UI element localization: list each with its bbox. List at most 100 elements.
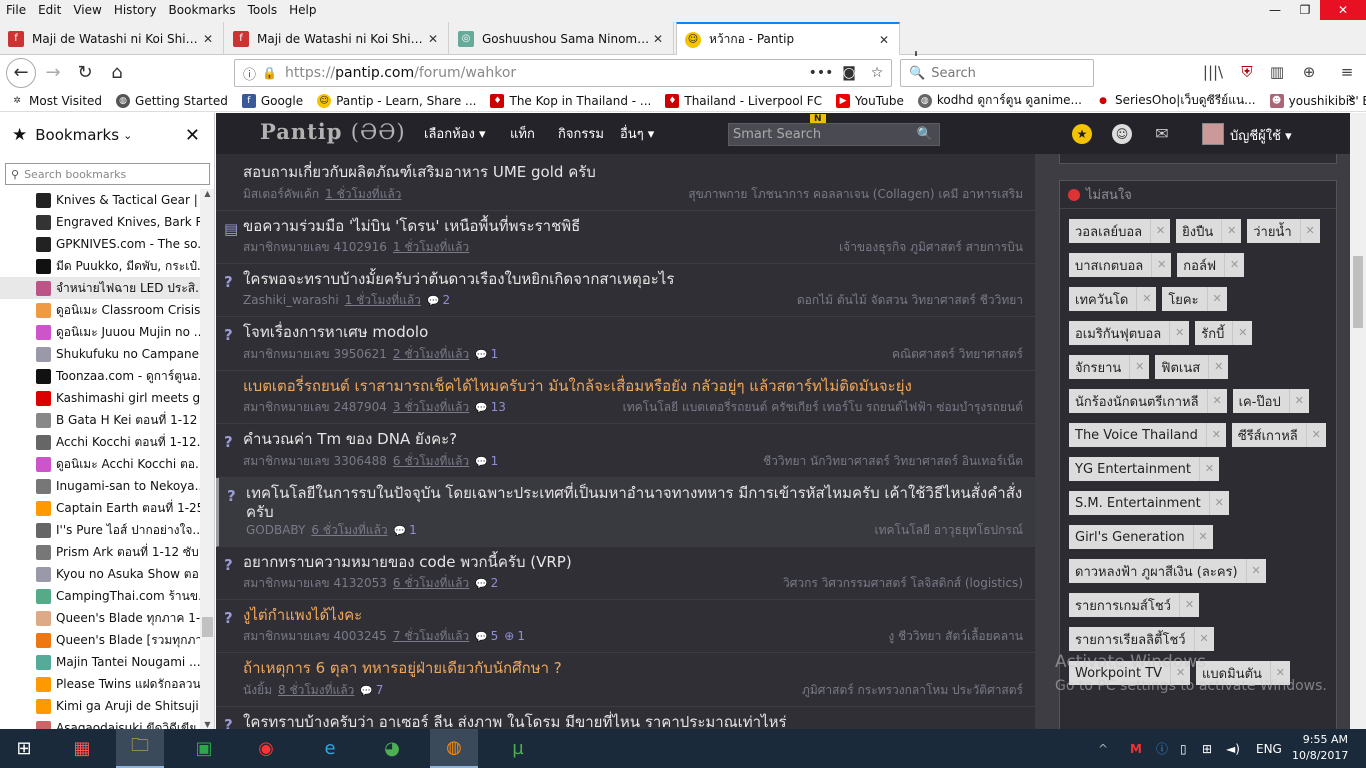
nav-select-room[interactable]: เลือกห้อง ▾: [424, 113, 485, 154]
remove-tag-icon[interactable]: ✕: [1205, 423, 1226, 447]
info-tray-icon[interactable]: ⓘ: [1156, 729, 1168, 768]
topic-author[interactable]: สมาชิกหมายเลข 4003245: [243, 629, 387, 643]
topic-row[interactable]: ? งูไต่กำแพงได้ไงคะ สมาชิกหมายเลข 4003245 7…: [216, 600, 1035, 653]
tab-close-icon[interactable]: ✕: [877, 33, 891, 47]
bookmark-youtube[interactable]: ▶ YouTube: [836, 93, 904, 108]
ignore-tag[interactable]: รายการเกมส์โชว์ ✕: [1069, 593, 1199, 617]
ignore-tag[interactable]: โยคะ ✕: [1162, 287, 1227, 311]
scrollbar-thumb[interactable]: [1353, 256, 1363, 328]
ignore-tag[interactable]: YG Entertainment ✕: [1069, 457, 1219, 481]
bookmarks-overflow-chevron-icon[interactable]: »: [1347, 90, 1356, 106]
extension-icon[interactable]: ⊕: [1298, 63, 1320, 83]
gmail-notifier-icon[interactable]: M: [1130, 729, 1142, 768]
bookmark-item[interactable]: Prism Ark ตอนที่ 1-12 ซับ...: [0, 541, 200, 563]
start-windows-icon[interactable]: ⊞: [0, 729, 48, 768]
tab-2[interactable]: f Maji de Watashi ni Koi Shinasai ✕: [225, 22, 449, 55]
bookmark-most-visited[interactable]: ✲ Most Visited: [10, 94, 102, 108]
bookmark-item[interactable]: Queen's Blade [รวมทุกภา...: [0, 629, 200, 651]
bookmark-item[interactable]: Please Twins แฝดรักอลวน...: [0, 673, 200, 695]
ignore-tag[interactable]: ซีรีส์เกาหลี ✕: [1231, 423, 1326, 447]
bookmark-item[interactable]: ดูอนิเมะ Acchi Kocchi ตอ...: [0, 453, 200, 475]
topic-author[interactable]: สมาชิกหมายเลข 4132053: [243, 576, 387, 590]
bookmark-item[interactable]: CampingThai.com ร้านข...: [0, 585, 200, 607]
topic-row[interactable]: สอบถามเกี่ยวกับผลิตภัณฑ์เสริมอาหาร UME g…: [216, 157, 1035, 211]
bookmark-item[interactable]: Toonzaa.com - ดูการ์ตูนอ...: [0, 365, 200, 387]
topic-title[interactable]: อยากทราบความหมายของ code พวกนี้ครับ (VRP…: [243, 553, 1025, 572]
restore-button[interactable]: ❐: [1290, 0, 1320, 20]
topic-tags[interactable]: วิศวกร วิศวกรรมศาสตร์ โลจิสติกส์ (logist…: [783, 574, 1023, 593]
topic-tags[interactable]: เจ้าของธุรกิจ ภูมิศาสตร์ สายการบิน: [839, 238, 1023, 257]
bookmark-item[interactable]: Majin Tantei Nougami ...: [0, 651, 200, 673]
remove-tag-icon[interactable]: ✕: [1305, 423, 1326, 447]
tab-3[interactable]: ◎ Goshuushou Sama Ninomiya K ✕: [450, 22, 674, 55]
hamburger-menu-icon[interactable]: ≡: [1336, 63, 1358, 83]
menu-file[interactable]: File: [0, 3, 32, 17]
bookmark-item[interactable]: Captain Earth ตอนที่ 1-25...: [0, 497, 200, 519]
forward-button[interactable]: →: [38, 59, 68, 87]
ignore-tag[interactable]: รักบี้ ✕: [1195, 321, 1253, 345]
apps-grid-icon[interactable]: ▦: [58, 729, 106, 768]
topic-author[interactable]: สมาชิกหมายเลข 4102916: [243, 240, 387, 254]
ignore-tag[interactable]: รายการเรียลลิตี้โชว์ ✕: [1069, 627, 1214, 651]
topic-tags[interactable]: เทคโนโลยี อาวุธยุทโธปกรณ์: [874, 521, 1023, 540]
bookmark-item[interactable]: Knives & Tactical Gear | ...: [0, 189, 200, 211]
bookmark-item[interactable]: B Gata H Kei ตอนที่ 1-12 ...: [0, 409, 200, 431]
topic-title[interactable]: ใครทราบบ้างครับว่า อาเซอร์ ลีน ส่งภาพ ใน…: [243, 713, 1025, 729]
reload-button[interactable]: ↻: [70, 59, 100, 87]
topic-title[interactable]: ขอความร่วมมือ 'ไม่บิน 'โดรน' เหนือพื้นที…: [243, 217, 1025, 236]
bookmark-item[interactable]: GPKNIVES.com - The so...: [0, 233, 200, 255]
bookmark-item[interactable]: ดูอนิเมะ Juuou Mujin no ...: [0, 321, 200, 343]
url-text[interactable]: https://pantip.com/forum/wahkor: [285, 65, 807, 81]
tray-overflow-icon[interactable]: ^: [1098, 729, 1108, 768]
bookmark-google[interactable]: f Google: [241, 93, 303, 108]
topic-title[interactable]: สอบถามเกี่ยวกับผลิตภัณฑ์เสริมอาหาร UME g…: [243, 163, 1025, 182]
sidebar-toggle-icon[interactable]: ▥: [1266, 63, 1288, 83]
bookmark-item[interactable]: Asagaodaisuki ขีดวิดีเขีย...: [0, 717, 200, 729]
bookmark-getting-started[interactable]: ◍ Getting Started: [116, 93, 228, 108]
remove-tag-icon[interactable]: ✕: [1151, 253, 1171, 277]
topic-time[interactable]: 6 ชั่วโมงที่แล้ว: [393, 454, 469, 468]
ignore-tag[interactable]: ดาวหลงฟ้า ภูผาสีเงิน (ละคร) ✕: [1069, 559, 1266, 583]
lock-icon[interactable]: 🔒: [262, 66, 277, 80]
remove-tag-icon[interactable]: ✕: [1192, 525, 1213, 549]
mail-icon[interactable]: ✉: [1152, 124, 1172, 144]
close-window-button[interactable]: ✕: [1320, 0, 1366, 20]
remove-tag-icon[interactable]: ✕: [1129, 355, 1149, 379]
topic-author[interactable]: มิสเตอร์คัพเค้ก: [243, 187, 319, 201]
nav-more[interactable]: อื่นๆ ▾: [620, 113, 654, 154]
topic-title[interactable]: งูไต่กำแพงได้ไงคะ: [243, 606, 1025, 625]
topic-row[interactable]: แบตเตอรี่รถยนต์ เราสามารถเช็คได้ไหมครับว…: [216, 371, 1035, 424]
menu-history[interactable]: History: [108, 3, 163, 17]
account-menu[interactable]: บัญชีผู้ใช้ ▾: [1230, 125, 1292, 146]
ignore-tag[interactable]: จักรยาน ✕: [1069, 355, 1150, 379]
remove-tag-icon[interactable]: ✕: [1198, 457, 1219, 481]
remove-tag-icon[interactable]: ✕: [1224, 253, 1244, 277]
bookmark-kodhd[interactable]: ◍ kodhd ดูการ์ตูน ดูanime...: [917, 91, 1082, 110]
firefox-icon[interactable]: ◍: [430, 729, 478, 768]
bookmark-liverpool[interactable]: ♦ Thailand - Liverpool FC: [665, 93, 822, 108]
topic-tags[interactable]: สุขภาพกาย โภชนาการ คอลลาเจน (Collagen) เ…: [688, 185, 1023, 204]
topic-title[interactable]: โจทเรื่องการหาเศษ modolo: [243, 323, 1025, 342]
scroll-up-icon[interactable]: ▲: [200, 189, 214, 198]
topic-time[interactable]: 7 ชั่วโมงที่แล้ว: [393, 629, 469, 643]
page-actions-icon[interactable]: •••: [807, 65, 835, 81]
topic-author[interactable]: สมาชิกหมายเลข 2487904: [243, 400, 387, 414]
home-button[interactable]: ⌂: [102, 59, 132, 87]
nav-tags[interactable]: แท็ก: [510, 113, 535, 154]
menu-bookmarks[interactable]: Bookmarks: [163, 3, 242, 17]
remove-tag-icon[interactable]: ✕: [1208, 491, 1229, 515]
remove-tag-icon[interactable]: ✕: [1221, 219, 1241, 243]
chat-smiley-icon[interactable]: ☺: [1112, 124, 1132, 144]
bookmark-item[interactable]: ดูอนิเมะ Classroom Crisis ...: [0, 299, 200, 321]
tab-1[interactable]: f Maji de Watashi ni Koi Shinasai ✕: [0, 22, 224, 55]
search-icon[interactable]: 🔍: [917, 127, 933, 142]
topic-title[interactable]: ถ้าเหตุการ 6 ตุลา ทหารอยู่ฝ่ายเดียวกับนั…: [243, 659, 1025, 678]
bookmark-item[interactable]: I''s Pure ไอส์ ปากอย่างใจ...: [0, 519, 200, 541]
topic-time[interactable]: 6 ชั่วโมงที่แล้ว: [311, 523, 387, 537]
ignore-tag[interactable]: ว่ายน้ำ ✕: [1247, 219, 1320, 243]
ignore-tag[interactable]: วอลเลย์บอล ✕: [1069, 219, 1171, 243]
pocket-icon[interactable]: ◙: [835, 65, 863, 81]
utorrent-icon[interactable]: µ: [494, 729, 542, 768]
bookmark-pantip[interactable]: ☺ Pantip - Learn, Share ...: [317, 93, 476, 108]
tab-4-active[interactable]: ☺ หว้ากอ - Pantip ✕: [676, 22, 900, 55]
